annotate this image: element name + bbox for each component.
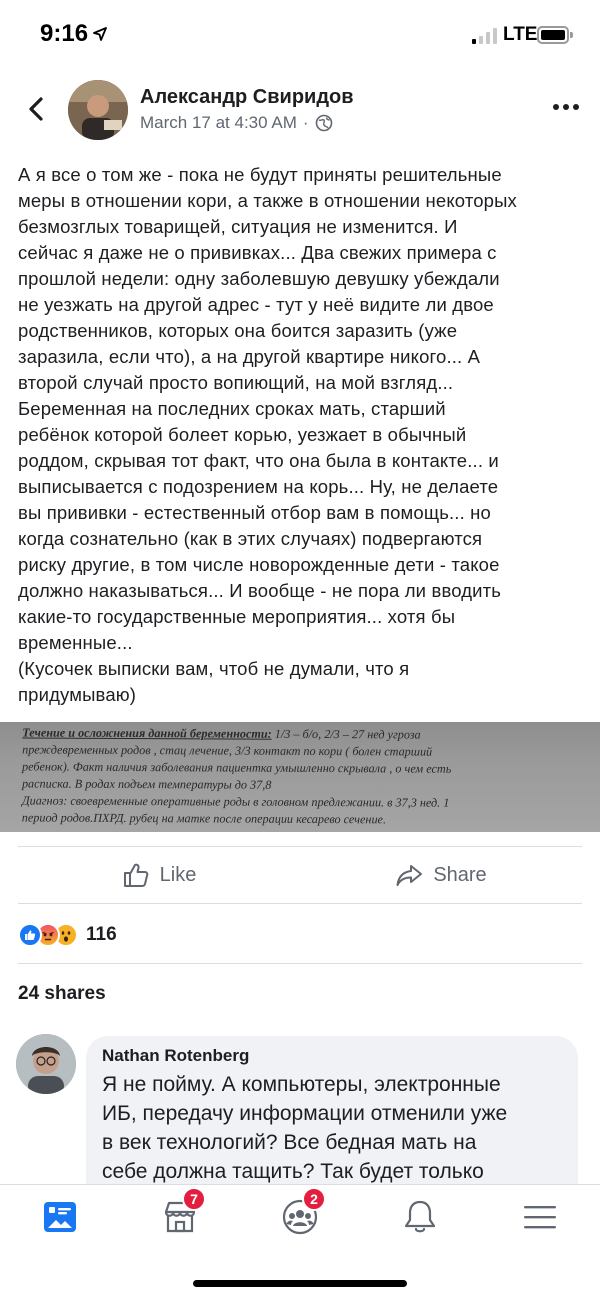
- post-image[interactable]: Течение и осложнения данной беременности…: [0, 722, 600, 832]
- comment-author[interactable]: Nathan Rotenberg: [102, 1046, 562, 1066]
- location-arrow-icon: [93, 27, 107, 41]
- groups-icon[interactable]: 2: [280, 1187, 326, 1237]
- news-feed-icon[interactable]: [40, 1197, 80, 1237]
- thumbs-up-icon: [123, 863, 148, 887]
- post-date[interactable]: March 17 at 4:30 AM: [140, 113, 297, 133]
- reactions-summary[interactable]: 116: [18, 920, 117, 950]
- post-meta: March 17 at 4:30 AM ·: [140, 113, 333, 133]
- status-time: 9:16: [40, 20, 89, 47]
- post-body-text: А я все о том же - пока не будут приняты…: [18, 164, 517, 705]
- notifications-bell-icon[interactable]: [400, 1197, 440, 1237]
- comment-text: Я не пойму. А компьютеры, электронные ИБ…: [102, 1073, 508, 1183]
- shares-count[interactable]: 24 shares: [18, 983, 106, 1005]
- chevron-left-icon[interactable]: [22, 94, 52, 124]
- like-reaction-icon: [18, 923, 42, 947]
- share-button[interactable]: Share: [300, 847, 582, 903]
- home-indicator[interactable]: [193, 1280, 407, 1287]
- post-author-name[interactable]: Александр Свиридов: [140, 86, 354, 109]
- like-label: Like: [159, 863, 197, 886]
- battery-icon: [537, 26, 573, 44]
- divider: [18, 963, 582, 964]
- document-text: Течение и осложнения данной беременности…: [22, 724, 600, 829]
- meta-separator: ·: [302, 113, 309, 132]
- share-label: Share: [433, 863, 487, 886]
- status-bar: 9:16 LTE: [0, 0, 600, 70]
- commenter-avatar[interactable]: [16, 1034, 76, 1094]
- globe-icon: [315, 114, 332, 132]
- groups-badge: 2: [302, 1187, 326, 1211]
- marketplace-badge: 7: [182, 1187, 206, 1211]
- network-label: LTE: [503, 24, 538, 45]
- reaction-count: 116: [86, 924, 117, 945]
- marketplace-icon[interactable]: 7: [160, 1187, 206, 1237]
- share-arrow-icon: [396, 865, 423, 886]
- more-horizontal-icon[interactable]: [552, 100, 580, 114]
- document-title: Течение и осложнения данной беременности…: [22, 725, 272, 741]
- signal-bars-icon: [472, 28, 497, 44]
- like-button[interactable]: Like: [18, 847, 300, 903]
- post-action-bar: Like Share: [18, 846, 582, 904]
- author-avatar[interactable]: [68, 80, 128, 140]
- menu-icon[interactable]: [520, 1197, 560, 1237]
- document-body: 1/3 – б/о, 2/3 – 27 нед угроза преждевре…: [21, 726, 452, 827]
